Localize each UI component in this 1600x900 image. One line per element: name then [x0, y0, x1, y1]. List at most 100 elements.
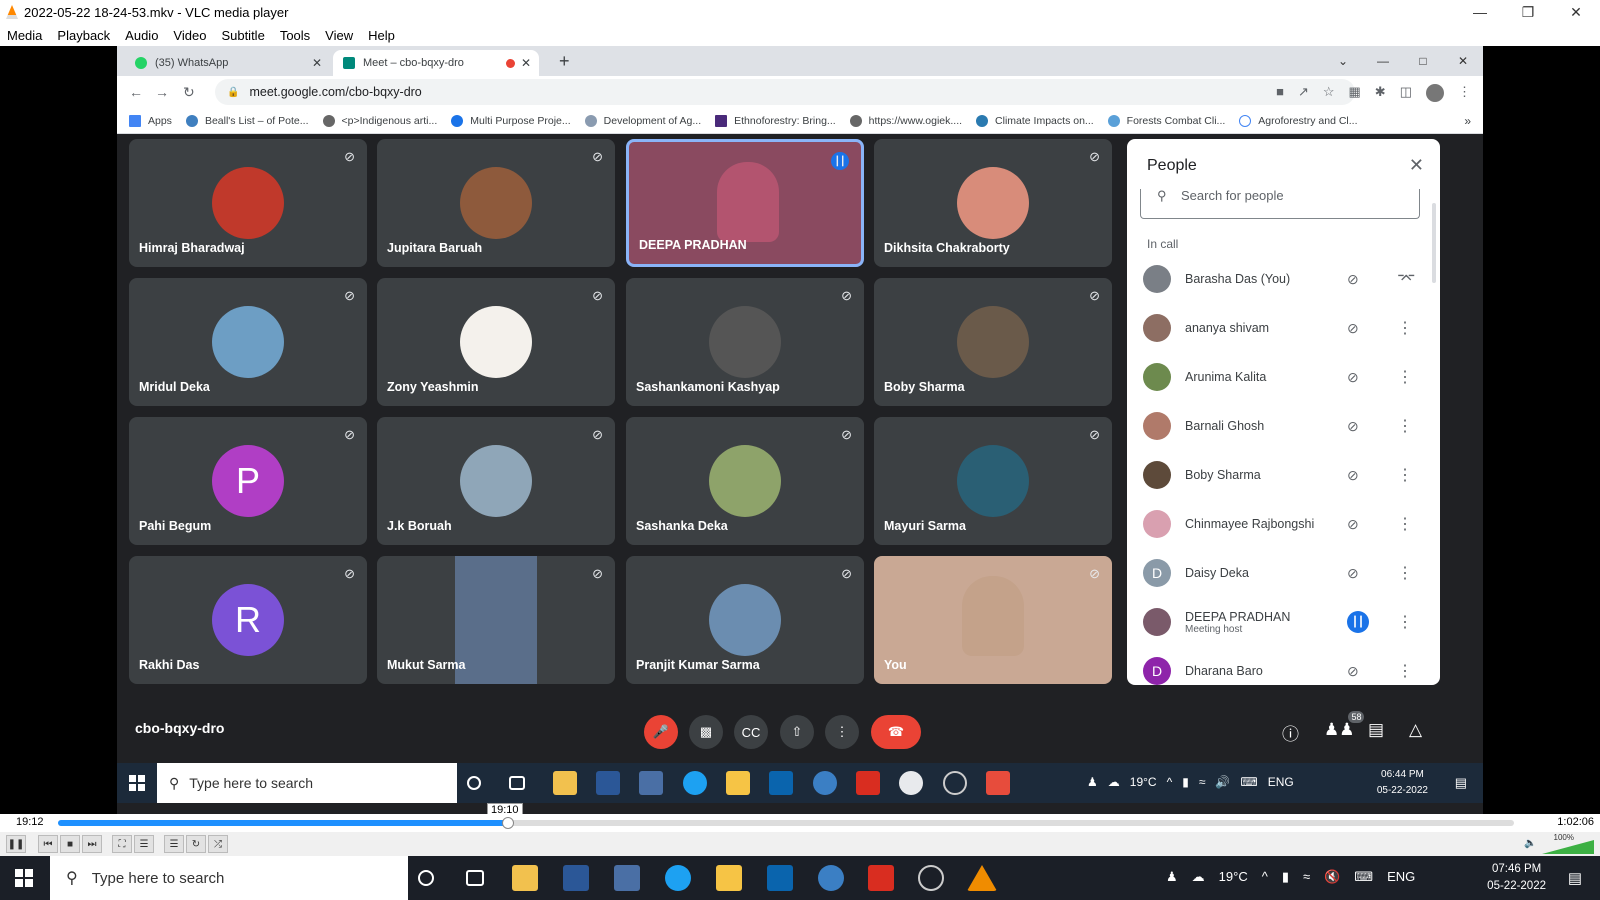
participant-tile[interactable]: R Rakhi Das ⊘	[129, 556, 367, 684]
file-explorer-icon[interactable]	[553, 771, 577, 795]
participant-tile[interactable]: Boby Sharma ⊘	[874, 278, 1112, 406]
close-icon[interactable]: ✕	[1409, 155, 1424, 176]
extended-settings-button[interactable]: ☰	[134, 835, 154, 853]
battery-icon[interactable]: ▮	[1282, 869, 1289, 885]
tab-meet[interactable]: Meet – cbo-bqxy-dro ✕	[333, 50, 539, 76]
bookmark-item[interactable]: Climate Impacts on...	[976, 114, 1094, 127]
extension-icon[interactable]: ▦	[1349, 84, 1361, 102]
more-options-icon[interactable]: ⋮	[1397, 563, 1413, 583]
more-options-button[interactable]: ⋮	[825, 715, 859, 749]
sticky-notes-icon[interactable]	[726, 771, 750, 795]
menu-media[interactable]: Media	[0, 28, 50, 43]
participant-tile[interactable]: Mayuri Sarma ⊘	[874, 417, 1112, 545]
shuffle-button[interactable]: ⤮	[208, 835, 228, 853]
participant-tile[interactable]: Mukut Sarma ⊘	[377, 556, 615, 684]
windows-start-icon[interactable]	[15, 869, 33, 887]
edge-icon[interactable]	[683, 771, 707, 795]
recorder-icon[interactable]	[986, 771, 1010, 795]
menu-help[interactable]: Help	[361, 28, 403, 43]
mic-off-button[interactable]: 🎤	[644, 715, 678, 749]
people-search-input[interactable]: ⚲ Search for people	[1140, 189, 1420, 219]
bookmark-item[interactable]: Ethnoforestry: Bring...	[715, 114, 836, 127]
people-icon[interactable]: ♟	[1087, 775, 1098, 789]
participant-tile[interactable]: Sashanka Deka ⊘	[626, 417, 864, 545]
participant-tile[interactable]: J.k Boruah ⊘	[377, 417, 615, 545]
sidepanel-icon[interactable]: ◫	[1400, 84, 1412, 102]
seek-slider[interactable]	[58, 817, 1514, 829]
windows-start-icon[interactable]	[129, 775, 145, 791]
participant-tile[interactable]: Pranjit Kumar Sarma ⊘	[626, 556, 864, 684]
video-area[interactable]: (35) WhatsApp ✕ Meet – cbo-bqxy-dro ✕ + …	[0, 46, 1600, 817]
task-view-icon[interactable]	[466, 870, 484, 886]
mic-muted-icon[interactable]: ⊘	[1347, 565, 1359, 582]
menu-dots-icon[interactable]: ⋮	[1458, 84, 1471, 102]
menu-video[interactable]: Video	[166, 28, 214, 43]
profile-avatar[interactable]	[1426, 84, 1444, 102]
people-list-item[interactable]: Arunima Kalita ⊘ ⋮	[1143, 353, 1428, 401]
activities-icon[interactable]: △	[1409, 720, 1422, 740]
menu-playback[interactable]: Playback	[50, 28, 118, 43]
chat-icon[interactable]: ▤	[1368, 720, 1384, 740]
tab-close-icon[interactable]: ✕	[521, 56, 531, 70]
bookmark-item[interactable]: https://www.ogiek....	[849, 114, 962, 127]
bookmark-item[interactable]: Beall's List – of Pote...	[185, 114, 309, 127]
speaking-indicator-icon[interactable]: ┃┃	[1347, 611, 1369, 633]
loop-button[interactable]: ↻	[186, 835, 206, 853]
info-icon[interactable]: ⓘ	[1282, 720, 1299, 745]
obs-icon[interactable]	[918, 865, 944, 891]
cortana-icon[interactable]	[467, 776, 481, 790]
keyboard-icon[interactable]: ⌨	[1354, 869, 1373, 885]
more-options-icon[interactable]: ⋮	[1397, 416, 1413, 436]
edge-icon[interactable]	[665, 865, 691, 891]
mic-muted-icon[interactable]: ⊘	[1347, 467, 1359, 484]
wifi-icon[interactable]: ≈	[1303, 869, 1310, 885]
sticky-notes-icon[interactable]	[716, 865, 742, 891]
participant-tile[interactable]: Dikhsita Chakraborty ⊘	[874, 139, 1112, 267]
mic-muted-icon[interactable]: ⊘	[1347, 271, 1359, 288]
participant-tile[interactable]: Himraj Bharadwaj ⊘	[129, 139, 367, 267]
tab-close-icon[interactable]: ✕	[312, 56, 322, 70]
volume-icon[interactable]: 🔊	[1215, 775, 1230, 789]
cortana-icon[interactable]	[418, 870, 434, 886]
share-icon[interactable]: ↗	[1298, 84, 1309, 102]
tab-search-icon[interactable]: ⌄	[1323, 46, 1363, 76]
mic-muted-icon[interactable]: ⊘	[1347, 320, 1359, 337]
captions-button[interactable]: CC	[734, 715, 768, 749]
magnifier-icon[interactable]	[818, 865, 844, 891]
people-list-item[interactable]: D Dharana Baro ⊘ ⋮	[1143, 647, 1428, 685]
stop-button[interactable]: ■	[60, 835, 80, 853]
participant-tile[interactable]: Zony Yeashmin ⊘	[377, 278, 615, 406]
mic-muted-icon[interactable]: ⊘	[1347, 663, 1359, 680]
store-icon[interactable]	[639, 771, 663, 795]
back-icon[interactable]: ←	[129, 84, 143, 100]
task-view-icon[interactable]	[509, 776, 525, 790]
mic-muted-icon[interactable]: ⊘	[1347, 516, 1359, 533]
people-list-item[interactable]: DEEPA PRADHAN Meeting host ┃┃ ⋮	[1143, 598, 1428, 646]
minimize-icon[interactable]: —	[1363, 46, 1403, 76]
language-indicator[interactable]: ENG	[1387, 869, 1415, 885]
taskbar-search-field[interactable]: ⚲ Type here to search	[157, 763, 457, 803]
participant-tile[interactable]: You ⊘	[874, 556, 1112, 684]
menu-audio[interactable]: Audio	[118, 28, 166, 43]
menu-view[interactable]: View	[318, 28, 361, 43]
bookmark-item[interactable]: Agroforestry and Cl...	[1239, 114, 1358, 127]
url-field[interactable]: 🔒 meet.google.com/cbo-bqxy-dro	[215, 79, 1355, 105]
restore-icon[interactable]: □	[1403, 46, 1443, 76]
scrollbar[interactable]	[1432, 203, 1436, 283]
mic-muted-icon[interactable]: ⊘	[1347, 369, 1359, 386]
acrobat-icon[interactable]	[856, 771, 880, 795]
magnifier-icon[interactable]	[813, 771, 837, 795]
weather-icon[interactable]: ☁	[1108, 775, 1120, 789]
minimize-icon[interactable]: —	[1456, 0, 1504, 24]
word-icon[interactable]	[563, 865, 589, 891]
bookmark-item[interactable]: <p>Indigenous arti...	[322, 114, 437, 127]
people-list-item[interactable]: ananya shivam ⊘ ⋮	[1143, 304, 1428, 352]
more-bookmarks-icon[interactable]: »	[1464, 114, 1471, 128]
notification-icon[interactable]: ▤	[1455, 775, 1467, 791]
more-options-icon[interactable]: ⋮	[1397, 661, 1413, 681]
more-options-icon[interactable]: ⋮	[1397, 514, 1413, 534]
tab-whatsapp[interactable]: (35) WhatsApp ✕	[125, 50, 330, 76]
close-icon[interactable]: ✕	[1552, 0, 1600, 24]
weather-temp[interactable]: 19°C	[1219, 869, 1248, 885]
camera-icon[interactable]: ■	[1276, 84, 1284, 102]
